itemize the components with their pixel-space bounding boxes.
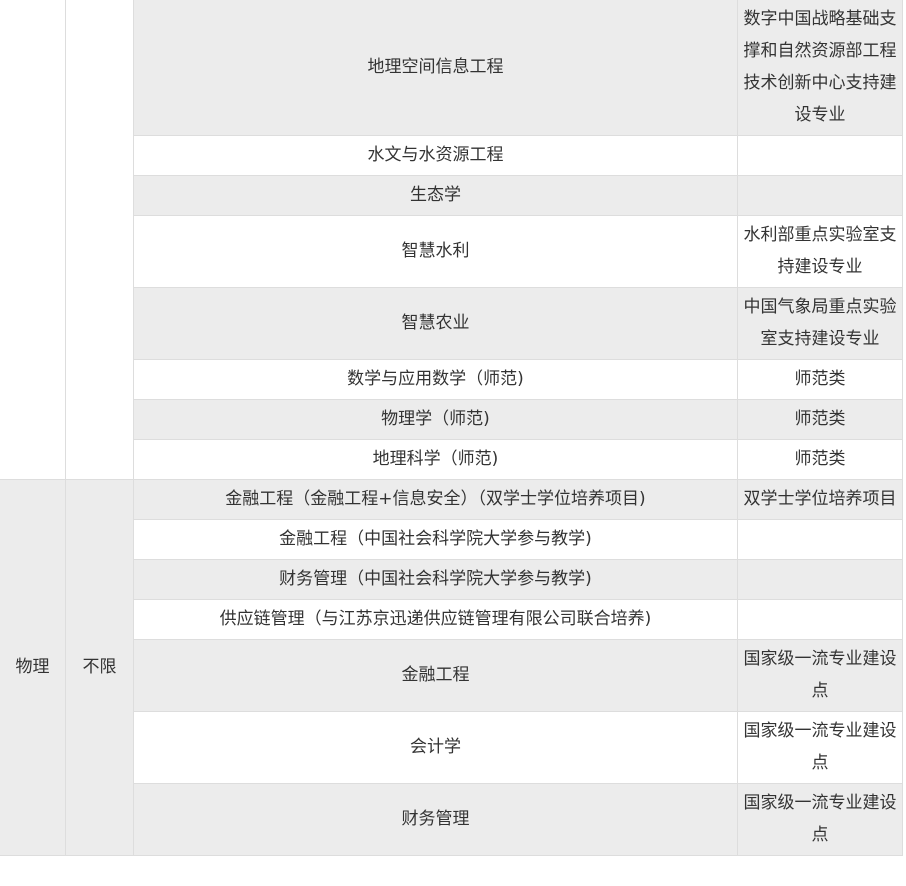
table-row: 数学与应用数学（师范) 师范类	[0, 359, 903, 400]
restriction-cell: 不限	[65, 479, 134, 856]
table-row: 水文与水资源工程	[0, 135, 903, 176]
major-cell: 金融工程（中国社会科学院大学参与教学)	[133, 519, 738, 560]
major-cell: 金融工程	[133, 639, 738, 712]
note-cell: 国家级一流专业建设点	[737, 639, 903, 712]
subject-cell: 物理	[0, 479, 66, 856]
table-row: 金融工程（中国社会科学院大学参与教学)	[0, 519, 903, 560]
note-cell	[737, 599, 903, 640]
subject-cell	[0, 0, 66, 480]
note-cell: 国家级一流专业建设点	[737, 783, 903, 856]
table-row: 智慧水利 水利部重点实验室支持建设专业	[0, 215, 903, 288]
major-cell: 生态学	[133, 175, 738, 216]
major-cell: 供应链管理（与江苏京迅递供应链管理有限公司联合培养)	[133, 599, 738, 640]
note-cell: 师范类	[737, 439, 903, 480]
restriction-cell	[65, 0, 134, 480]
major-cell: 智慧农业	[133, 287, 738, 360]
note-cell: 师范类	[737, 399, 903, 440]
major-cell: 财务管理	[133, 783, 738, 856]
note-cell: 中国气象局重点实验室支持建设专业	[737, 287, 903, 360]
table-row: 物理 不限 金融工程（金融工程+信息安全）（双学士学位培养项目) 双学士学位培养…	[0, 479, 903, 856]
major-cell: 数学与应用数学（师范)	[133, 359, 738, 400]
note-cell: 数字中国战略基础支撑和自然资源部工程技术创新中心支持建设专业	[737, 0, 903, 136]
majors-table: 地理空间信息工程 数字中国战略基础支撑和自然资源部工程技术创新中心支持建设专业 …	[0, 0, 903, 856]
note-cell	[737, 559, 903, 600]
note-cell	[737, 519, 903, 560]
table-row: 财务管理（中国社会科学院大学参与教学)	[0, 559, 903, 600]
note-cell: 水利部重点实验室支持建设专业	[737, 215, 903, 288]
table-row: 会计学 国家级一流专业建设点	[0, 711, 903, 784]
major-cell: 水文与水资源工程	[133, 135, 738, 176]
major-cell: 金融工程（金融工程+信息安全）（双学士学位培养项目)	[133, 479, 738, 520]
table-row: 财务管理 国家级一流专业建设点	[0, 783, 903, 856]
table-row: 供应链管理（与江苏京迅递供应链管理有限公司联合培养)	[0, 599, 903, 640]
note-cell: 双学士学位培养项目	[737, 479, 903, 520]
major-cell: 财务管理（中国社会科学院大学参与教学)	[133, 559, 738, 600]
major-cell: 智慧水利	[133, 215, 738, 288]
note-cell: 国家级一流专业建设点	[737, 711, 903, 784]
table-row: 地理科学（师范) 师范类	[0, 439, 903, 480]
table-row: 生态学	[0, 175, 903, 216]
table-row: 物理学（师范) 师范类	[0, 399, 903, 440]
major-cell: 物理学（师范)	[133, 399, 738, 440]
major-cell: 地理科学（师范)	[133, 439, 738, 480]
table-row: 智慧农业 中国气象局重点实验室支持建设专业	[0, 287, 903, 360]
note-cell: 师范类	[737, 359, 903, 400]
table-row: 地理空间信息工程 数字中国战略基础支撑和自然资源部工程技术创新中心支持建设专业	[0, 0, 903, 480]
major-cell: 会计学	[133, 711, 738, 784]
note-cell	[737, 135, 903, 176]
major-cell: 地理空间信息工程	[133, 0, 738, 136]
table-row: 金融工程 国家级一流专业建设点	[0, 639, 903, 712]
note-cell	[737, 175, 903, 216]
